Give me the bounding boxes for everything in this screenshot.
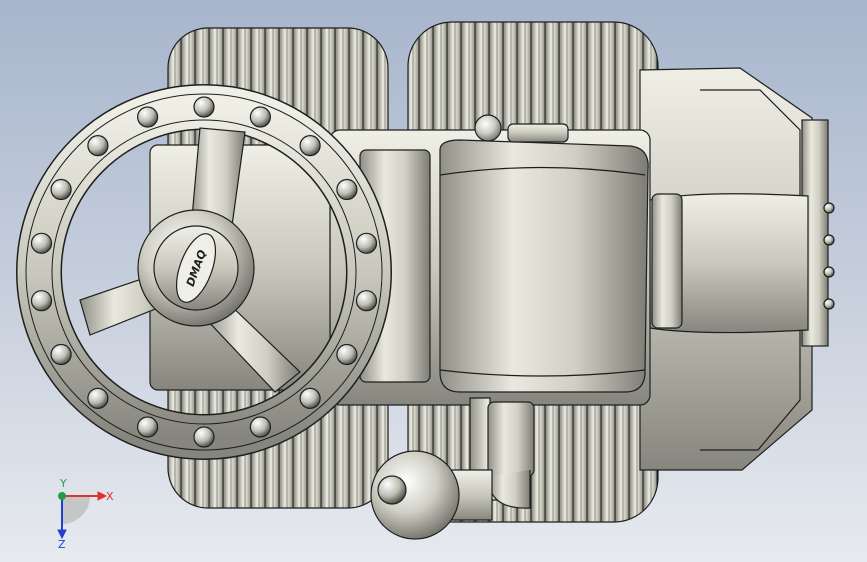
triad-shadow <box>62 496 90 524</box>
rim-stud <box>299 135 321 157</box>
y-axis-dot <box>58 492 66 500</box>
rim-stud <box>30 232 53 254</box>
rim-stud <box>137 106 159 128</box>
top-cover <box>439 139 649 393</box>
rim-stud <box>50 178 72 201</box>
rim-stud <box>87 387 109 409</box>
rim-stud <box>355 290 378 312</box>
y-axis-label: Y <box>59 478 67 490</box>
rim-stud <box>87 135 109 157</box>
rim-stud <box>50 343 72 366</box>
rim-stud <box>336 178 358 201</box>
z-axis-label: Z <box>58 538 66 550</box>
rim-stud <box>249 106 271 128</box>
coordinate-triad: X Y Z <box>57 478 114 550</box>
rim-stud <box>30 290 53 312</box>
rim-stud <box>249 416 271 438</box>
cad-3d-viewport[interactable]: DMAQ <box>0 0 867 562</box>
rim-stud <box>193 96 215 118</box>
rim-stud <box>193 426 215 448</box>
rim-stud <box>299 387 321 409</box>
engine-model: DMAQ <box>16 21 835 540</box>
x-axis-label: X <box>106 490 114 503</box>
rim-stud <box>355 232 378 254</box>
rim-stud <box>137 416 159 438</box>
rim-stud <box>336 343 358 366</box>
